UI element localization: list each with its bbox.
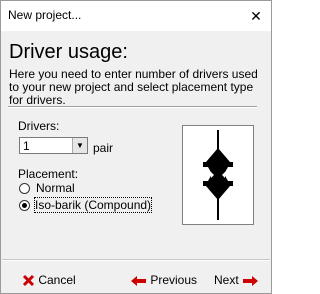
previous-button[interactable]: Previous bbox=[131, 272, 197, 289]
close-icon[interactable]: ✕ bbox=[241, 1, 271, 31]
header-divider bbox=[8, 106, 257, 108]
page-title: Driver usage: bbox=[9, 41, 128, 63]
placement-preview bbox=[182, 125, 254, 225]
previous-label: Previous bbox=[150, 273, 198, 287]
drivers-select-value: 1 bbox=[23, 139, 30, 153]
cancel-button[interactable]: Cancel bbox=[22, 272, 76, 289]
cancel-x-icon bbox=[22, 275, 35, 287]
drivers-label: Drivers: bbox=[18, 119, 60, 133]
wizard-window: New project... ✕ Driver usage: Here you … bbox=[0, 0, 272, 294]
driver-placement-preview-icon bbox=[203, 130, 233, 220]
footer-divider bbox=[2, 259, 270, 261]
cancel-label: Cancel bbox=[38, 273, 76, 287]
title-bar: New project... ✕ bbox=[1, 1, 271, 31]
chevron-down-icon[interactable]: ▼ bbox=[72, 138, 87, 153]
radio-normal[interactable] bbox=[19, 183, 30, 194]
radio-iso-barik-label[interactable]: Iso-barik (Compound) bbox=[33, 197, 153, 213]
next-button[interactable]: Next bbox=[214, 272, 259, 289]
next-label: Next bbox=[214, 273, 239, 287]
placement-label: Placement: bbox=[18, 167, 79, 181]
radio-normal-label[interactable]: Normal bbox=[36, 181, 75, 195]
drivers-unit: pair bbox=[93, 141, 114, 155]
radio-selected-dot bbox=[22, 203, 27, 208]
arrow-left-icon bbox=[131, 275, 146, 286]
page-description: Here you need to enter number of drivers… bbox=[9, 67, 258, 107]
radio-iso-barik[interactable] bbox=[19, 200, 30, 211]
header-panel: Driver usage: Here you need to enter num… bbox=[2, 31, 270, 107]
drivers-select[interactable]: 1 ▼ bbox=[19, 137, 88, 154]
arrow-right-icon bbox=[243, 275, 259, 286]
window-title: New project... bbox=[8, 8, 82, 22]
